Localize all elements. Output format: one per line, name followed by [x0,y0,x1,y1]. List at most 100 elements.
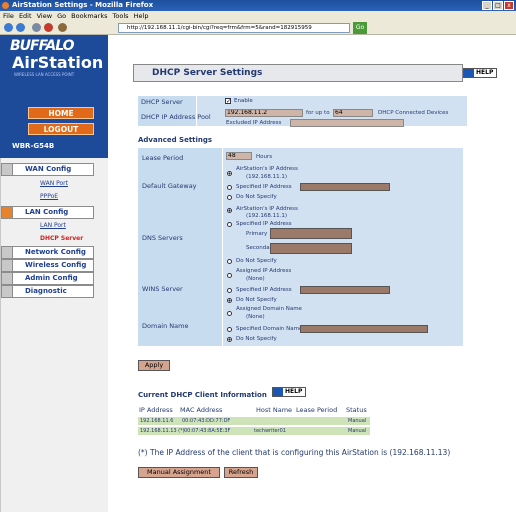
dns-specified-radio[interactable] [227,222,232,227]
dom-opt2-label: Specified Domain Name [236,326,303,332]
connected-devices-link[interactable]: DHCP Connected Devices [378,110,448,116]
col-status: Status [346,406,367,414]
excluded-label: Excluded IP Address [226,120,282,126]
for-up-to-label: for up to [306,110,330,116]
nav-box [1,259,13,272]
nav-network-config[interactable]: Network Config [1,246,94,259]
dhcp-server-label: DHCP Server [141,98,183,106]
home-button[interactable]: HOME [28,107,94,119]
window-controls: _ □ x [482,1,514,10]
wins-opt1-sub: (None) [246,276,265,282]
dom-opt3-label: Do Not Specify [236,336,277,342]
nav-lan-port[interactable]: LAN Port [40,222,66,229]
lease-input[interactable]: 48 [226,152,252,160]
dns-opt1-ip: (192.168.11.1) [246,213,288,219]
help-label: HELP [285,388,303,395]
gw-specified-radio[interactable] [227,185,232,190]
nav-lan-config[interactable]: LAN Config [1,206,94,219]
dhcp-enable-checkbox[interactable]: ✓ [225,98,231,105]
nav-wan-config[interactable]: WAN Config [1,163,94,176]
nav-wan-port[interactable]: WAN Port [40,180,68,187]
cell-ip: 192.168.11.6 [140,418,174,424]
dom-assigned-radio[interactable] [227,311,232,316]
dns-opt3-label: Do Not Specify [236,258,277,264]
apply-button[interactable]: Apply [138,360,170,371]
wins-specified-radio[interactable] [227,288,232,293]
clients-title: Current DHCP Client Information [138,391,267,399]
dns-primary-label: Primary [246,231,268,237]
pool-start-input[interactable]: 192.168.11.2 [225,109,303,117]
minimize-button[interactable]: _ [482,1,492,10]
col-mac: MAC Address [180,406,223,414]
dhcp-pool-label: DHCP IP Address Pool [141,113,211,121]
page-title: DHCP Server Settings [133,64,463,82]
firefox-icon [2,2,9,9]
wins-none-radio[interactable] [227,298,232,303]
maximize-button[interactable]: □ [493,1,503,10]
nav-pppoe[interactable]: PPPoE [40,193,58,200]
help-button[interactable]: HELP [463,68,498,78]
reload-icon[interactable] [32,23,41,32]
col-lease: Lease Period [296,406,338,414]
back-icon[interactable] [4,23,13,32]
gw-opt3-label: Do Not Specify [236,194,277,200]
wins-opt1-label: Assigned IP Address [236,268,292,274]
advanced-title: Advanced Settings [138,136,213,144]
nav-admin-config[interactable]: Admin Config [1,272,94,285]
help-icon [464,69,474,77]
cell-status: Manual [348,428,367,434]
nav-diagnostic[interactable]: Diagnostic [1,285,94,298]
menu-bar[interactable]: File Edit View Go Bookmarks Tools Help [0,11,516,21]
dns-label: DNS Servers [142,234,183,242]
nav-wireless-config[interactable]: Wireless Config [1,259,94,272]
nav-box [1,206,13,219]
nav-box [1,163,13,176]
adv-label-column [138,148,222,346]
dns-opt2-label: Specified IP Address [236,221,292,227]
close-button[interactable]: x [504,1,514,10]
dom-opt1-sub: (None) [246,314,265,320]
forward-icon[interactable] [16,23,25,32]
wins-assigned-radio[interactable] [227,273,232,278]
logout-button[interactable]: LOGOUT [28,123,94,135]
stop-icon[interactable] [44,23,53,32]
window-title: AirStation Settings - Mozilla Firefox [12,1,154,9]
domain-input[interactable] [300,325,428,333]
gw-ip-input[interactable] [300,183,390,191]
dns-secondary-input[interactable] [270,243,352,254]
buffalo-logo: BUFFALO [10,38,75,54]
nav-dhcp-server[interactable]: DHCP Server [40,235,83,242]
cell-status: Manual [348,418,367,424]
address-bar[interactable]: http://192.168.11.1/cgi-bin/cgi?req=frm&… [118,23,350,33]
cell-host: techwriter01 [254,428,286,434]
dns-none-radio[interactable] [227,259,232,264]
excluded-input[interactable] [290,119,404,127]
col-host: Host Name [256,406,293,414]
dom-none-radio[interactable] [227,337,232,342]
nav-box [1,285,13,298]
refresh-button[interactable]: Refresh [224,467,258,478]
help-label: HELP [476,69,494,76]
home-icon[interactable] [58,23,67,32]
gw-airstation-radio[interactable] [227,171,232,176]
model-name: WBR-G54B [12,142,55,150]
nav-box [1,246,13,259]
dns-opt1-label: AirStation's IP Address [236,206,298,212]
table-row: 192.168.11.6 00:07:43:DD:77:DF Manual [138,417,370,425]
dns-primary-input[interactable] [270,228,352,239]
gw-none-radio[interactable] [227,195,232,200]
dom-specified-radio[interactable] [227,327,232,332]
nav-label: Admin Config [25,274,78,282]
wins-ip-input[interactable] [300,286,390,294]
cell-mac: 00:07:43:DD:77:DF [182,418,231,424]
go-button[interactable]: Go [353,22,367,34]
nav-box [1,272,13,285]
cell-mac: 00:07:43:8A:5E:3F [184,428,231,434]
manual-assignment-button[interactable]: Manual Assignment [138,467,220,478]
pool-count-input[interactable]: 64 [333,109,373,117]
table-row: 192.168.11.13 (*) 00:07:43:8A:5E:3F tech… [138,427,370,435]
gw-opt2-label: Specified IP Address [236,184,292,190]
nav-label: Wireless Config [25,261,87,269]
clients-help-button[interactable]: HELP [272,387,307,397]
dns-airstation-radio[interactable] [227,208,232,213]
